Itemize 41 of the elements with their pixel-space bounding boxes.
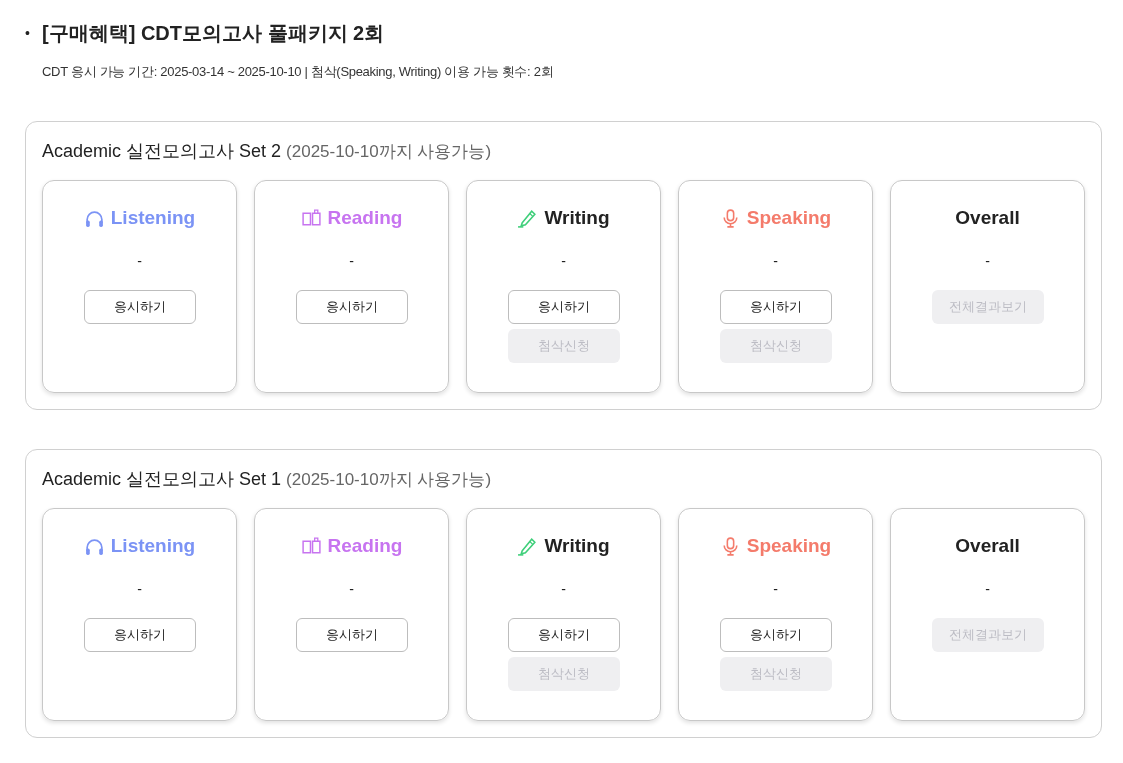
score: -: [137, 580, 142, 597]
section-title: Overall: [955, 534, 1020, 559]
start-button[interactable]: 응시하기: [507, 289, 620, 324]
start-button[interactable]: 응시하기: [83, 289, 196, 324]
score: -: [561, 580, 566, 597]
set-title: Academic 실전모의고사 Set 2: [42, 139, 282, 163]
book-icon: [300, 208, 322, 229]
bullet: •: [25, 23, 31, 43]
set-note: (2025-10-10까지 사용가능): [286, 468, 492, 491]
section-title: Reading: [327, 534, 403, 559]
set-note: (2025-10-10까지 사용가능): [286, 140, 492, 163]
section-title: Speaking: [746, 534, 832, 559]
headphones-icon: [83, 536, 105, 557]
section-title: Overall: [955, 206, 1020, 231]
headphones-icon: [83, 208, 105, 229]
score: -: [137, 252, 142, 269]
section-title: Writing: [544, 206, 610, 231]
book-icon: [300, 536, 322, 557]
score: -: [773, 252, 778, 269]
section-title: Listening: [110, 206, 196, 231]
score: -: [349, 252, 354, 269]
start-button[interactable]: 응시하기: [295, 617, 408, 652]
start-button[interactable]: 응시하기: [719, 289, 832, 324]
score: -: [985, 252, 990, 269]
set-title: Academic 실전모의고사 Set 1: [42, 467, 282, 491]
start-button[interactable]: 응시하기: [83, 617, 196, 652]
package-info: CDT 응시 가능 기간: 2025-03-14 ~ 2025-10-10 | 첨삭(Speaking, Writing) 이용 가능 횟수: 2회: [42, 63, 555, 81]
package-title: [구매혜택] CDT모의고사 풀패키지 2회: [42, 21, 385, 46]
score: -: [985, 580, 990, 597]
section-title: Listening: [110, 534, 196, 559]
section-title: Reading: [327, 206, 403, 231]
score: -: [773, 580, 778, 597]
pencil-icon: [517, 536, 539, 557]
start-button[interactable]: 응시하기: [719, 617, 832, 652]
pencil-icon: [517, 208, 539, 229]
score: -: [561, 252, 566, 269]
section-title: Writing: [544, 534, 610, 559]
score: -: [349, 580, 354, 597]
start-button[interactable]: 응시하기: [507, 617, 620, 652]
start-button[interactable]: 응시하기: [295, 289, 408, 324]
section-title: Speaking: [746, 206, 832, 231]
